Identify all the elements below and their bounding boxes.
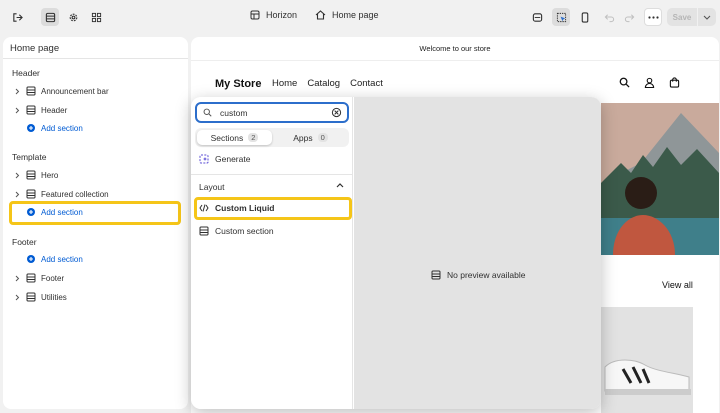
hero-image xyxy=(601,103,719,255)
add-section-header-button[interactable]: Add section xyxy=(12,120,182,136)
section-preview-pane: No preview available xyxy=(354,97,601,409)
sidebar-item-label: Header xyxy=(41,105,68,115)
inspector-icon[interactable] xyxy=(528,8,546,26)
popover-divider xyxy=(191,174,353,175)
settings-gear-icon[interactable] xyxy=(64,8,82,26)
section-icon xyxy=(24,189,38,199)
product-image xyxy=(601,307,693,413)
search-icon[interactable] xyxy=(619,77,630,88)
section-search-input[interactable]: custom xyxy=(195,102,349,123)
section-icon xyxy=(24,292,38,302)
section-option-custom-section[interactable]: Custom section xyxy=(199,226,274,236)
layout-category-header[interactable]: Layout xyxy=(199,182,225,192)
sidebar-item-footer[interactable]: Footer xyxy=(12,270,182,286)
section-icon xyxy=(24,105,38,115)
tab-apps[interactable]: Apps 0 xyxy=(274,130,347,145)
tab-label: Apps xyxy=(293,132,313,143)
nav-home[interactable]: Home xyxy=(272,78,297,89)
section-icon xyxy=(431,270,441,280)
group-footer-label: Footer xyxy=(12,237,37,247)
more-icon[interactable] xyxy=(644,8,662,26)
page-selector[interactable]: Home page xyxy=(315,10,379,20)
no-preview-message: No preview available xyxy=(431,270,525,280)
chevron-right-icon[interactable] xyxy=(12,275,22,282)
highlight-box xyxy=(194,197,352,220)
sidebar-item-featured-collection[interactable]: Featured collection xyxy=(12,186,182,202)
sidebar-item-utilities[interactable]: Utilities xyxy=(12,289,182,305)
sidebar-item-label: Utilities xyxy=(41,292,67,302)
sidebar-item-hero[interactable]: Hero xyxy=(12,167,182,183)
add-section-popover: custom Sections 2 Apps 0 Generate Layout… xyxy=(191,97,601,409)
section-icon xyxy=(24,170,38,180)
store-logo-text[interactable]: My Store xyxy=(215,78,261,90)
group-template-label: Template xyxy=(12,152,47,162)
search-query-text: custom xyxy=(220,107,248,118)
section-icon xyxy=(24,86,38,96)
save-options-chevron-icon[interactable] xyxy=(698,8,716,26)
sidebar-divider xyxy=(3,58,188,59)
group-header-label: Header xyxy=(12,68,40,78)
theme-icon xyxy=(250,10,260,20)
clear-search-icon[interactable] xyxy=(331,107,342,118)
chevron-right-icon[interactable] xyxy=(12,107,22,114)
generate-button[interactable]: Generate xyxy=(199,154,250,164)
theme-selector[interactable]: Horizon xyxy=(250,10,297,20)
top-bar: Horizon Home page Save xyxy=(0,0,720,34)
plus-circle-icon xyxy=(24,254,38,264)
sidebar-title: Home page xyxy=(10,43,60,54)
apps-icon[interactable] xyxy=(87,8,105,26)
popover-list-pane: custom Sections 2 Apps 0 Generate Layout… xyxy=(191,97,353,409)
sidebar-item-label: Featured collection xyxy=(41,189,109,199)
sidebar-item-header[interactable]: Header xyxy=(12,102,182,118)
highlight-box xyxy=(9,201,181,225)
sections-sidebar: Home page Header Announcement bar Header… xyxy=(3,37,188,409)
chevron-right-icon[interactable] xyxy=(12,294,22,301)
section-type-tabs: Sections 2 Apps 0 xyxy=(195,128,349,147)
mobile-view-icon[interactable] xyxy=(576,8,594,26)
sidebar-item-label: Hero xyxy=(41,170,59,180)
save-button[interactable]: Save xyxy=(667,8,697,26)
announcement-bar: Welcome to our store xyxy=(191,37,719,61)
redo-icon[interactable] xyxy=(620,8,638,26)
tab-count-badge: 0 xyxy=(317,133,328,142)
account-icon[interactable] xyxy=(644,77,655,88)
view-all-link[interactable]: View all xyxy=(662,280,693,290)
undo-icon[interactable] xyxy=(600,8,618,26)
tab-count-badge: 2 xyxy=(248,133,259,142)
cart-bag-icon[interactable] xyxy=(669,77,680,88)
page-name: Home page xyxy=(332,10,379,20)
plus-circle-icon xyxy=(24,123,38,133)
sections-icon[interactable] xyxy=(41,8,59,26)
chevron-right-icon[interactable] xyxy=(12,191,22,198)
chevron-right-icon[interactable] xyxy=(12,172,22,179)
search-icon xyxy=(203,108,212,117)
sidebar-item-label: Footer xyxy=(41,273,65,283)
select-cursor-icon[interactable] xyxy=(552,8,570,26)
sparkle-generate-icon xyxy=(199,154,209,164)
section-icon xyxy=(199,226,209,236)
header-icons xyxy=(619,77,680,88)
chevron-up-icon[interactable] xyxy=(336,182,344,188)
nav-catalog[interactable]: Catalog xyxy=(307,78,340,89)
store-nav: Home Catalog Contact xyxy=(272,78,383,89)
section-option-label: Custom section xyxy=(215,226,274,236)
sidebar-item-label: Announcement bar xyxy=(41,86,109,96)
no-preview-text: No preview available xyxy=(447,270,526,280)
section-icon xyxy=(24,273,38,283)
tab-sections[interactable]: Sections 2 xyxy=(197,130,272,145)
home-icon xyxy=(315,10,326,20)
tab-label: Sections xyxy=(210,132,244,143)
exit-icon[interactable] xyxy=(8,8,26,26)
add-section-footer-button[interactable]: Add section xyxy=(12,251,182,267)
generate-label: Generate xyxy=(215,154,251,164)
chevron-right-icon[interactable] xyxy=(12,88,22,95)
add-section-label: Add section xyxy=(41,254,83,264)
add-section-label: Add section xyxy=(41,123,83,133)
theme-name: Horizon xyxy=(266,10,298,20)
sidebar-item-announcement-bar[interactable]: Announcement bar xyxy=(12,83,182,99)
nav-contact[interactable]: Contact xyxy=(350,78,383,89)
